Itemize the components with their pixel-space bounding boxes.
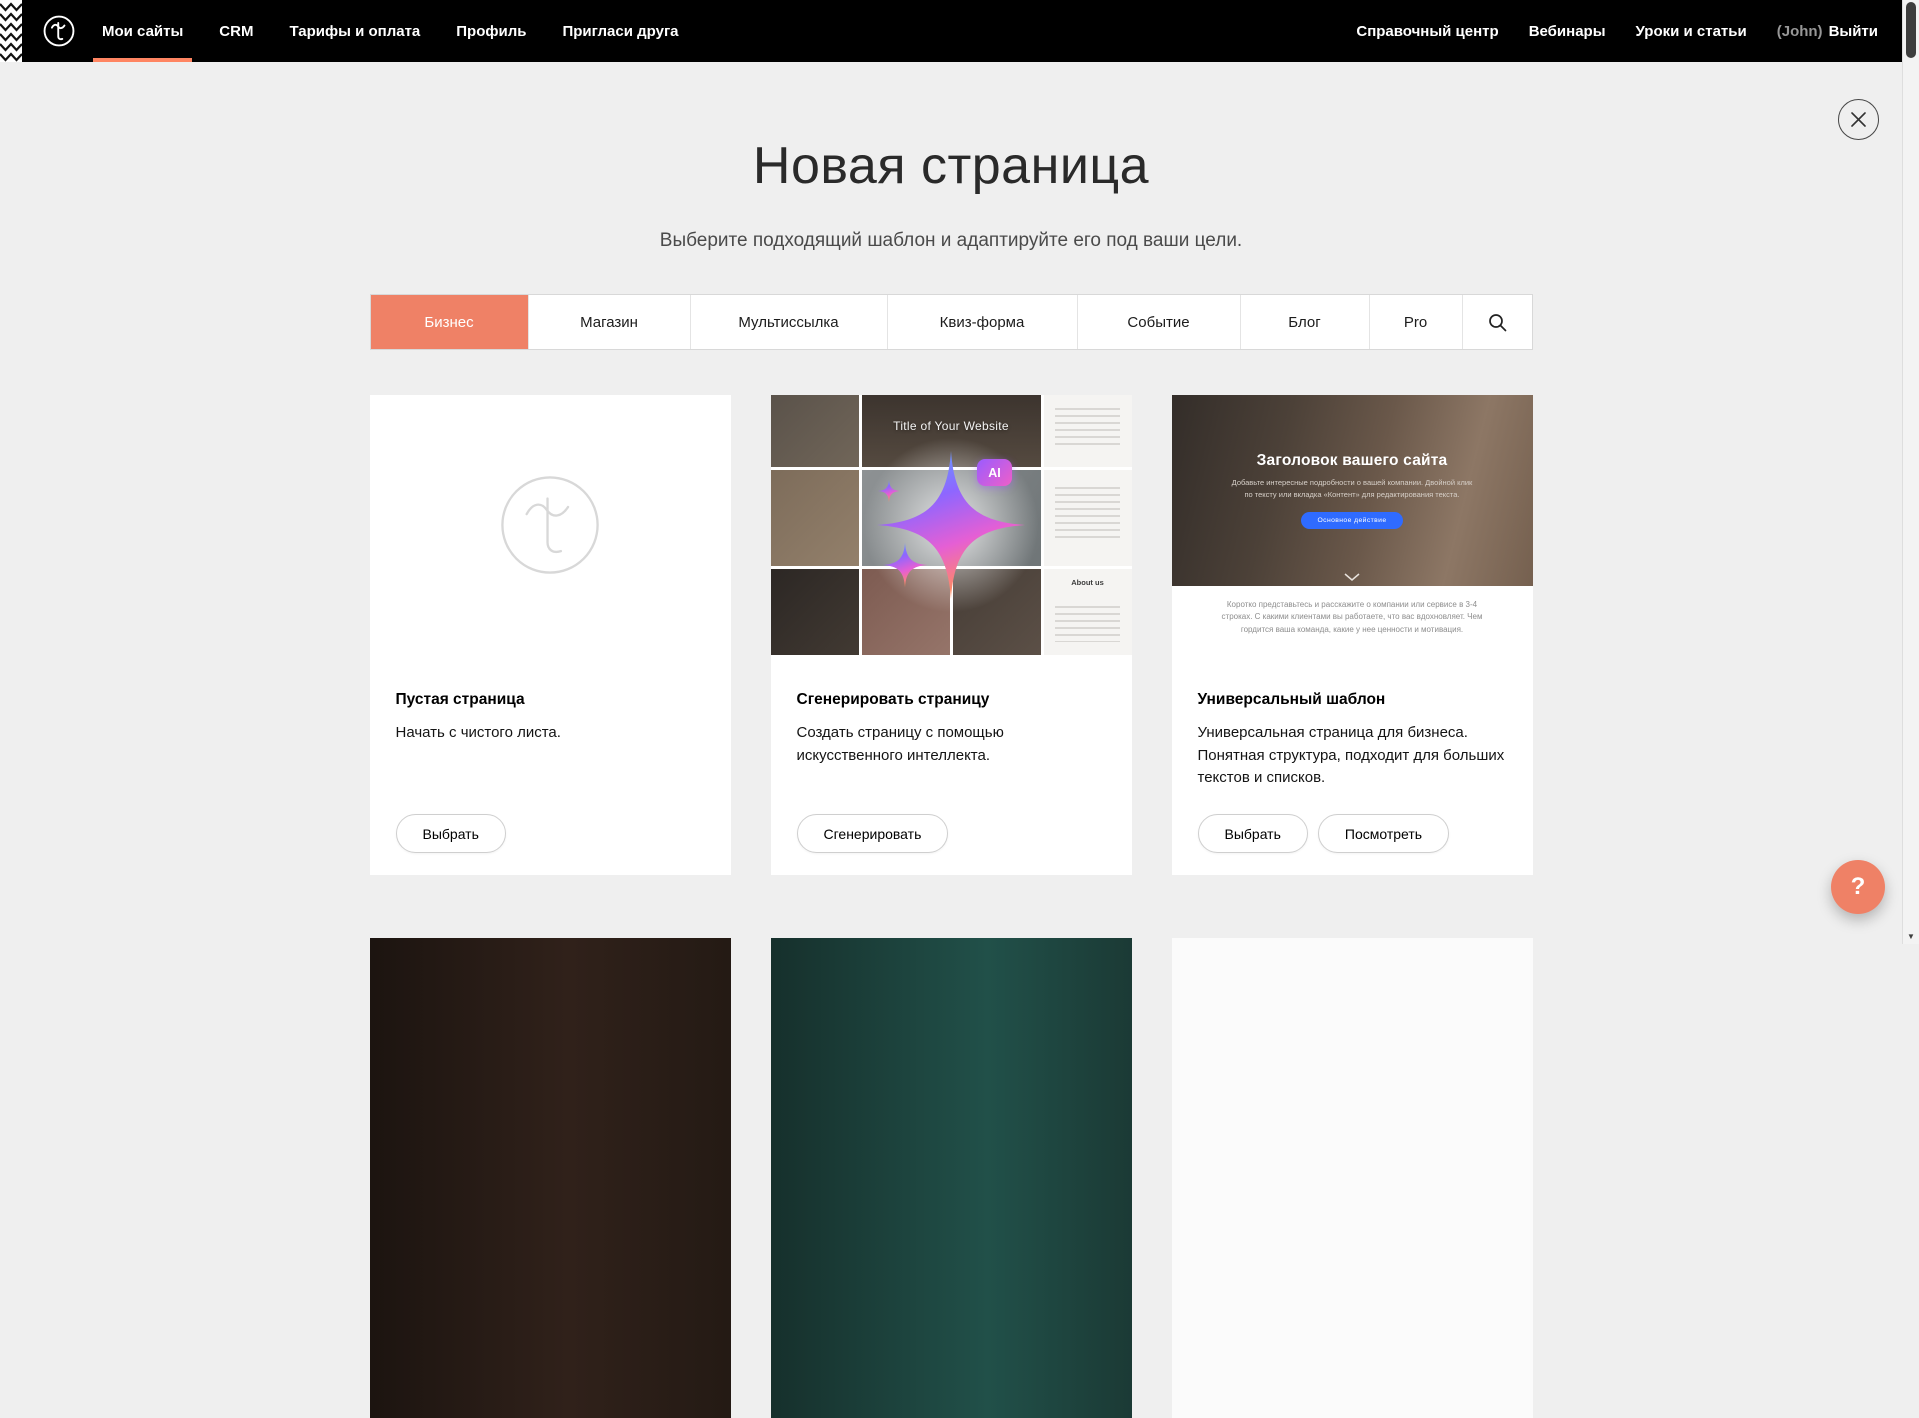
nav-profile[interactable]: Профиль <box>456 0 526 62</box>
tab-event[interactable]: Событие <box>1077 295 1240 349</box>
preview-template-button[interactable]: Посмотреть <box>1318 814 1449 853</box>
nav-lessons[interactable]: Уроки и статьи <box>1636 0 1747 62</box>
preview-body-text: Коротко представьтесь и расскажите о ком… <box>1214 599 1491 636</box>
secondary-nav: Справочный центр Вебинары Уроки и статьи… <box>1326 0 1878 62</box>
template-card-partial <box>771 938 1132 1418</box>
partial-preview <box>1172 938 1533 1418</box>
template-card-ai: About us Title of Your Website <box>771 395 1132 875</box>
card-actions: Сгенерировать <box>797 814 1106 853</box>
select-blank-button[interactable]: Выбрать <box>396 814 506 853</box>
card-title: Сгенерировать страницу <box>797 691 1106 709</box>
help-button[interactable]: ? <box>1831 860 1885 914</box>
blank-preview <box>370 395 731 655</box>
card-actions: Выбрать Посмотреть <box>1198 814 1507 853</box>
template-card-universal: Заголовок вашего сайта Добавьте интересн… <box>1172 395 1533 875</box>
logout-label: Выйти <box>1829 23 1878 40</box>
close-icon <box>1851 112 1866 127</box>
tab-blog[interactable]: Блог <box>1240 295 1369 349</box>
template-preview-body: Коротко представьтесь и расскажите о ком… <box>1172 586 1533 655</box>
preview-heading: Заголовок вашего сайта <box>1257 452 1448 470</box>
template-card-partial <box>370 938 731 1418</box>
ai-preview: About us Title of Your Website <box>771 395 1132 655</box>
preview-cta-button: Основное действие <box>1301 512 1402 529</box>
user-name: (John) <box>1777 23 1823 40</box>
page-title: Новая страница <box>0 136 1902 196</box>
ai-badge: AI <box>977 459 1012 486</box>
tab-multilink[interactable]: Мультиссылка <box>690 295 887 349</box>
nav-invite-friend[interactable]: Пригласи друга <box>562 0 678 62</box>
scrollbar-down-arrow[interactable]: ▼ <box>1903 932 1919 941</box>
card-title: Универсальный шаблон <box>1198 691 1507 709</box>
nav-my-sites[interactable]: Мои сайты <box>102 0 183 62</box>
card-title: Пустая страница <box>396 691 705 709</box>
chevron-down-icon <box>1344 573 1360 581</box>
scrollbar-thumb[interactable] <box>1906 2 1916 58</box>
tilda-watermark-icon <box>494 469 606 581</box>
search-icon <box>1488 313 1507 332</box>
page-subtitle: Выберите подходящий шаблон и адаптируйте… <box>0 230 1902 252</box>
partial-preview <box>370 938 731 1418</box>
template-card-blank: Пустая страница Начать с чистого листа. … <box>370 395 731 875</box>
template-grid: Пустая страница Начать с чистого листа. … <box>370 395 1533 1418</box>
select-template-button[interactable]: Выбрать <box>1198 814 1308 853</box>
tab-quiz[interactable]: Квиз-форма <box>887 295 1077 349</box>
nav-tariffs[interactable]: Тарифы и оплата <box>289 0 420 62</box>
tab-business[interactable]: Бизнес <box>371 295 528 349</box>
nav-logout[interactable]: (John) Выйти <box>1777 0 1878 62</box>
partial-preview <box>771 938 1132 1418</box>
card-description: Начать с чистого листа. <box>396 722 705 745</box>
generate-button[interactable]: Сгенерировать <box>797 814 949 853</box>
template-preview: Заголовок вашего сайта Добавьте интересн… <box>1172 395 1533 655</box>
about-us-label: About us <box>1044 578 1132 587</box>
template-preview-hero: Заголовок вашего сайта Добавьте интересн… <box>1172 395 1533 586</box>
close-button[interactable] <box>1838 99 1879 140</box>
preview-subtext: Добавьте интересные подробности о вашей … <box>1227 477 1477 501</box>
card-description: Создать страницу с помощью искусственног… <box>797 722 1106 767</box>
card-body: Универсальный шаблон Универсальная стран… <box>1172 655 1533 875</box>
tilda-logo-icon[interactable] <box>42 14 76 48</box>
tab-pro[interactable]: Pro <box>1369 295 1462 349</box>
top-navbar: Мои сайты CRM Тарифы и оплата Профиль Пр… <box>0 0 1902 62</box>
ai-sparkle-icon <box>846 420 1056 630</box>
new-page-modal: Новая страница Выберите подходящий шабло… <box>0 62 1902 1418</box>
ai-sparkle-overlay <box>771 395 1132 655</box>
template-category-tabs: Бизнес Магазин Мультиссылка Квиз-форма С… <box>370 294 1533 350</box>
card-actions: Выбрать <box>396 814 705 853</box>
card-body: Пустая страница Начать с чистого листа. … <box>370 655 731 875</box>
nav-crm[interactable]: CRM <box>219 0 253 62</box>
template-card-partial <box>1172 938 1533 1418</box>
nav-webinars[interactable]: Вебинары <box>1529 0 1606 62</box>
main-nav: Мои сайты CRM Тарифы и оплата Профиль Пр… <box>102 0 715 62</box>
app-root: Мои сайты CRM Тарифы и оплата Профиль Пр… <box>0 0 1902 944</box>
nav-help-center[interactable]: Справочный центр <box>1356 0 1498 62</box>
card-description: Универсальная страница для бизнеса. Поня… <box>1198 722 1507 790</box>
scrollbar[interactable]: ▼ <box>1902 0 1919 944</box>
tab-shop[interactable]: Магазин <box>528 295 690 349</box>
zigzag-pattern-icon <box>0 0 22 62</box>
tab-search[interactable] <box>1462 295 1532 349</box>
card-body: Сгенерировать страницу Создать страницу … <box>771 655 1132 875</box>
